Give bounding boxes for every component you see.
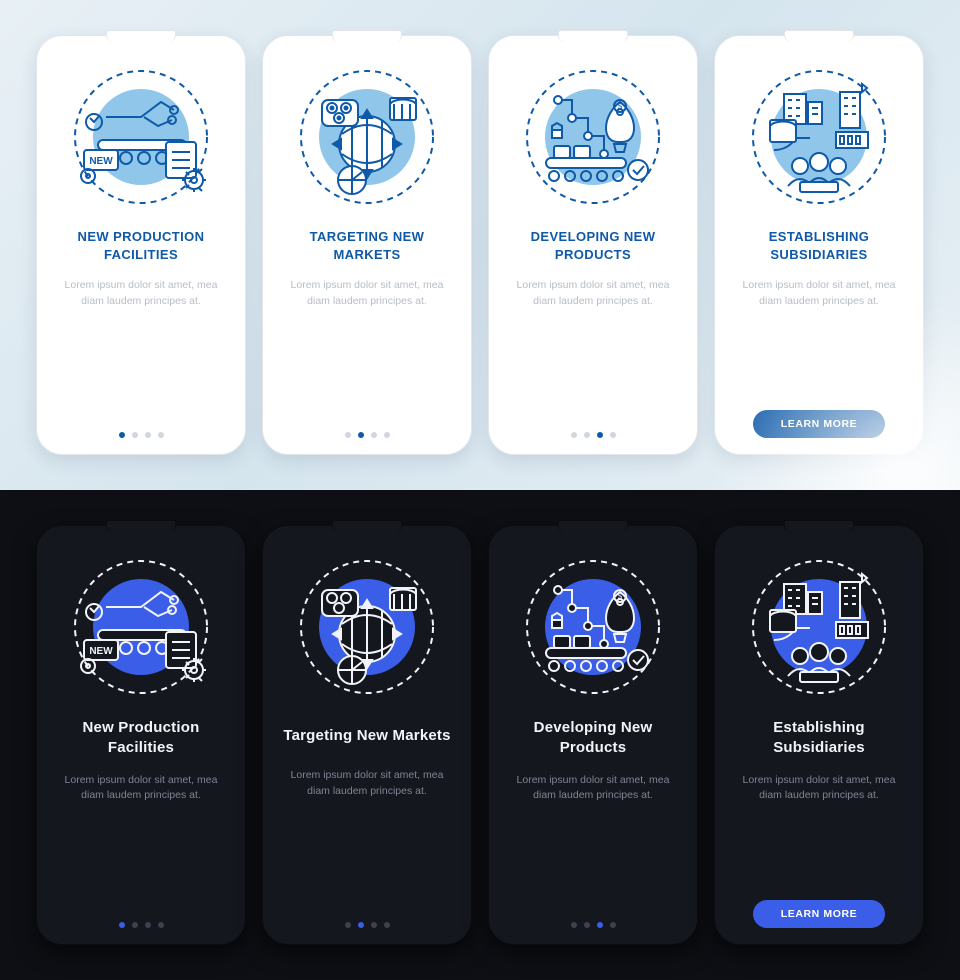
markets-icon (292, 552, 442, 702)
dot-1[interactable] (119, 432, 125, 438)
phone-card-dark-3: $ Developing New Products Lorem ipsum do… (488, 525, 698, 945)
dot-3[interactable] (371, 432, 377, 438)
dot-4[interactable] (384, 922, 390, 928)
dot-1[interactable] (571, 922, 577, 928)
dot-1[interactable] (345, 922, 351, 928)
learn-more-button[interactable]: LEARN MORE (753, 410, 886, 438)
dot-2[interactable] (132, 432, 138, 438)
subsidiaries-icon (744, 552, 894, 702)
dot-2[interactable] (132, 922, 138, 928)
phone-notch (784, 520, 854, 532)
production-icon: NEW (66, 552, 216, 702)
svg-text:NEW: NEW (89, 156, 113, 167)
dot-2[interactable] (584, 432, 590, 438)
page-indicator (345, 418, 390, 438)
dot-4[interactable] (158, 432, 164, 438)
card-title: Developing New Products (503, 718, 683, 759)
phone-notch (558, 30, 628, 42)
dot-3[interactable] (597, 922, 603, 928)
dot-3[interactable] (145, 922, 151, 928)
dot-3[interactable] (597, 432, 603, 438)
card-description: Lorem ipsum dolor sit amet, mea diam lau… (503, 773, 683, 805)
card-description: Lorem ipsum dolor sit amet, mea diam lau… (729, 773, 909, 805)
phone-card-dark-4: Establishing Subsidiaries Lorem ipsum do… (714, 525, 924, 945)
card-title: TARGETING NEW MARKETS (277, 228, 457, 264)
phone-notch (106, 520, 176, 532)
phone-card-dark-1: NEW New Production Facilities Lorem ipsu… (36, 525, 246, 945)
production-icon: NEW (66, 62, 216, 212)
dot-3[interactable] (145, 432, 151, 438)
card-description: Lorem ipsum dolor sit amet, mea diam lau… (503, 278, 683, 310)
svg-text:$: $ (618, 102, 623, 111)
dot-3[interactable] (371, 922, 377, 928)
light-row: NEW NEW PRODUCTION FACILITIES Lorem ipsu… (0, 0, 960, 490)
page-indicator (345, 908, 390, 928)
card-description: Lorem ipsum dolor sit amet, mea diam lau… (51, 773, 231, 805)
phone-card-light-2: TARGETING NEW MARKETS Lorem ipsum dolor … (262, 35, 472, 455)
card-title: New Production Facilities (51, 718, 231, 759)
dot-1[interactable] (119, 922, 125, 928)
page-indicator (119, 418, 164, 438)
phone-card-light-1: NEW NEW PRODUCTION FACILITIES Lorem ipsu… (36, 35, 246, 455)
phone-notch (106, 30, 176, 42)
card-title: ESTABLISHING SUBSIDIARIES (729, 228, 909, 264)
dot-1[interactable] (345, 432, 351, 438)
dot-2[interactable] (584, 922, 590, 928)
phone-card-light-3: $ DEVELOPING NEW PRODUCTS Lorem ipsum do… (488, 35, 698, 455)
subsidiaries-icon (744, 62, 894, 212)
products-icon: $ (518, 552, 668, 702)
dot-2[interactable] (358, 922, 364, 928)
phone-notch (332, 520, 402, 532)
card-description: Lorem ipsum dolor sit amet, mea diam lau… (277, 278, 457, 310)
card-description: Lorem ipsum dolor sit amet, mea diam lau… (277, 768, 457, 800)
phone-notch (558, 520, 628, 532)
svg-text:NEW: NEW (89, 646, 113, 657)
learn-more-button[interactable]: LEARN MORE (753, 900, 886, 928)
card-title: Targeting New Markets (277, 718, 456, 754)
markets-icon (292, 62, 442, 212)
phone-notch (784, 30, 854, 42)
dot-2[interactable] (358, 432, 364, 438)
page-indicator (571, 908, 616, 928)
page-indicator (571, 418, 616, 438)
phone-notch (332, 30, 402, 42)
page-indicator (119, 908, 164, 928)
card-title: DEVELOPING NEW PRODUCTS (503, 228, 683, 264)
svg-text:$: $ (618, 592, 623, 601)
dot-1[interactable] (571, 432, 577, 438)
card-title: Establishing Subsidiaries (729, 718, 909, 759)
card-description: Lorem ipsum dolor sit amet, mea diam lau… (729, 278, 909, 310)
dot-4[interactable] (610, 432, 616, 438)
dark-row: NEW New Production Facilities Lorem ipsu… (0, 490, 960, 980)
products-icon: $ (518, 62, 668, 212)
phone-card-dark-2: Targeting New Markets Lorem ipsum dolor … (262, 525, 472, 945)
dot-4[interactable] (384, 432, 390, 438)
dot-4[interactable] (158, 922, 164, 928)
card-title: NEW PRODUCTION FACILITIES (51, 228, 231, 264)
card-description: Lorem ipsum dolor sit amet, mea diam lau… (51, 278, 231, 310)
dot-4[interactable] (610, 922, 616, 928)
phone-card-light-4: ESTABLISHING SUBSIDIARIES Lorem ipsum do… (714, 35, 924, 455)
